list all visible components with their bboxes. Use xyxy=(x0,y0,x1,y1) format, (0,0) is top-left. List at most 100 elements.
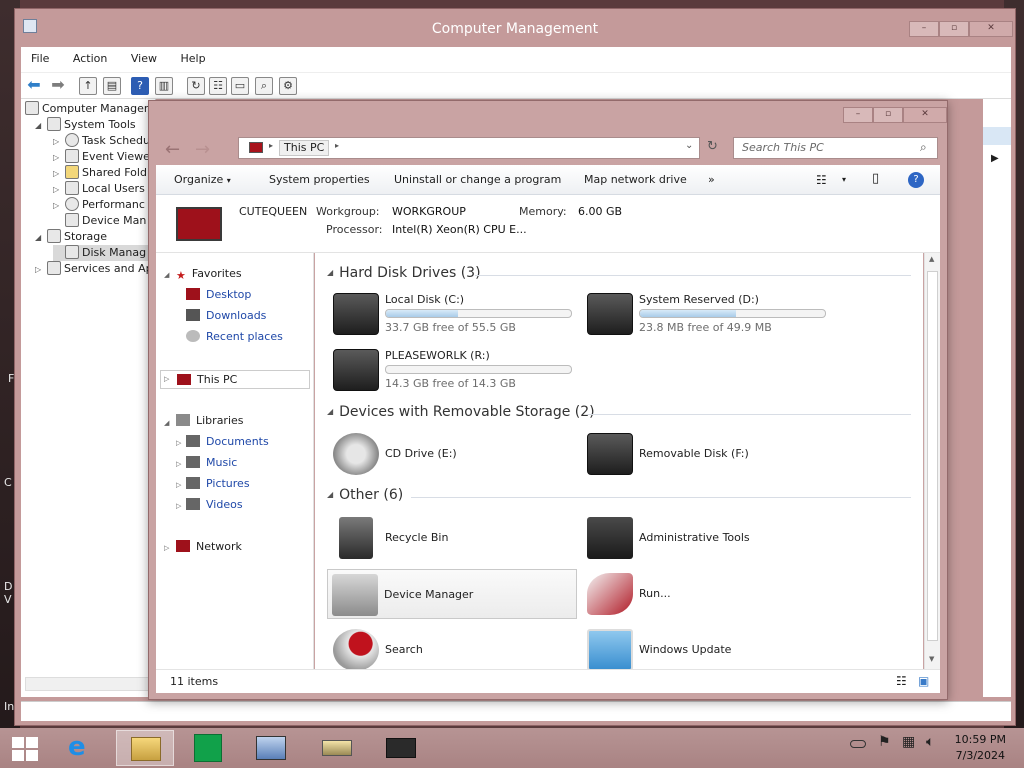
item-administrative-tools[interactable]: Administrative Tools xyxy=(583,513,833,563)
desktop-icon-label-fragment[interactable]: D V xyxy=(4,580,12,606)
expand-arrow-icon[interactable]: ▷ xyxy=(35,262,47,278)
search-box[interactable]: Search This PC ⌕ xyxy=(733,137,938,159)
expand-arrow-icon[interactable]: ▷ xyxy=(53,182,65,198)
group-header-removable-storage[interactable]: ◢ Devices with Removable Storage (2) xyxy=(327,404,595,420)
up-folder-icon[interactable]: ↑ xyxy=(79,77,97,95)
menu-help[interactable]: Help xyxy=(170,50,215,68)
item-device-manager[interactable]: Device Manager xyxy=(327,569,577,619)
nav-libraries[interactable]: Libraries xyxy=(176,412,244,430)
tree-horizontal-scrollbar[interactable] xyxy=(25,677,153,691)
map-network-drive-button[interactable]: Map network drive xyxy=(584,173,687,186)
breadcrumb-separator-icon[interactable]: ▸ xyxy=(335,141,339,150)
details-view-icon[interactable]: ☷ xyxy=(896,674,907,688)
expand-arrow-icon[interactable]: ▷ xyxy=(176,502,181,510)
show-hide-tree-icon[interactable]: ▤ xyxy=(103,77,121,95)
refresh-icon[interactable]: ↻ xyxy=(187,77,205,95)
help-icon[interactable]: ? xyxy=(131,77,149,95)
tree-node-event-viewer[interactable]: ▷ Event Viewe xyxy=(53,149,150,165)
taskbar-computer-management[interactable] xyxy=(242,730,300,766)
menu-action[interactable]: Action xyxy=(63,50,117,68)
desktop-icon-label-fragment[interactable]: C xyxy=(4,476,12,489)
drive-item-system-reserved-d[interactable]: System Reserved (D:) 23.8 MB free of 49.… xyxy=(583,289,833,339)
expand-arrow-icon[interactable]: ▷ xyxy=(53,134,65,150)
scroll-down-arrow-icon[interactable]: ▼ xyxy=(929,655,934,663)
minimize-button[interactable]: – xyxy=(909,21,939,37)
tree-node-local-users[interactable]: ▷ Local Users xyxy=(53,181,145,197)
collapse-arrow-icon[interactable]: ◢ xyxy=(35,230,47,246)
item-run[interactable]: Run... xyxy=(583,569,833,619)
refresh-icon[interactable]: ↻ xyxy=(707,139,718,154)
breadcrumb-separator-icon[interactable]: ▸ xyxy=(269,141,273,150)
taskbar-internet-explorer[interactable]: e xyxy=(52,730,110,766)
expand-arrow-icon[interactable]: ▷ xyxy=(164,544,169,552)
item-search[interactable]: Search xyxy=(329,625,579,675)
maximize-button[interactable]: ▫ xyxy=(873,107,903,123)
maximize-button[interactable]: ▫ xyxy=(939,21,969,37)
collapse-arrow-icon[interactable]: ◢ xyxy=(35,118,47,134)
drive-item-pleaseworlk-r[interactable]: PLEASEWORLK (R:) 14.3 GB free of 14.3 GB xyxy=(329,345,579,395)
more-commands-button[interactable]: » xyxy=(708,173,715,186)
breadcrumb-this-pc[interactable]: This PC xyxy=(279,140,330,156)
tree-node-task-scheduler[interactable]: ▷ Task Schedu xyxy=(53,133,150,149)
more-actions-arrow-icon[interactable]: ▶ xyxy=(991,153,999,164)
item-recycle-bin[interactable]: Recycle Bin xyxy=(329,513,579,563)
tree-node-disk-management[interactable]: Disk Manag xyxy=(53,245,155,261)
nav-item-desktop[interactable]: Desktop xyxy=(186,286,251,304)
tree-node-system-tools[interactable]: ◢ System Tools xyxy=(35,117,136,133)
desktop-icon-label-fragment[interactable]: In xyxy=(4,700,14,713)
actions-header[interactable] xyxy=(983,127,1011,145)
collapse-arrow-icon[interactable]: ◢ xyxy=(164,419,169,427)
volume-icon[interactable]: 🔈︎ xyxy=(926,734,934,750)
nav-item-recent-places[interactable]: Recent places xyxy=(186,328,283,346)
drive-item-removable-disk-f[interactable]: Removable Disk (F:) xyxy=(583,429,833,479)
search-input[interactable]: Search This PC xyxy=(742,141,824,154)
tree-node-performance[interactable]: ▷ Performanc xyxy=(53,197,145,213)
tree-node-shared-folders[interactable]: ▷ Shared Fold xyxy=(53,165,147,181)
group-header-other[interactable]: ◢ Other (6) xyxy=(327,487,403,503)
forward-arrow-icon[interactable]: → xyxy=(195,139,210,160)
close-button[interactable]: ✕ xyxy=(903,107,947,123)
nav-favorites[interactable]: ★ Favorites xyxy=(176,265,242,283)
preview-pane-icon[interactable]: ▯ xyxy=(872,171,879,186)
tree-node-device-manager[interactable]: Device Man xyxy=(53,213,146,229)
back-arrow-icon[interactable]: ⬅ xyxy=(25,77,43,95)
expand-arrow-icon[interactable]: ▷ xyxy=(164,375,169,383)
nav-item-downloads[interactable]: Downloads xyxy=(186,307,266,325)
search-icon[interactable]: ⌕ xyxy=(920,140,927,155)
scrollbar-thumb[interactable] xyxy=(927,271,938,641)
taskbar-disk-tool[interactable] xyxy=(308,730,366,766)
disk-settings-icon[interactable]: ⚙ xyxy=(279,77,297,95)
open-folder-icon[interactable]: ▭ xyxy=(231,77,249,95)
close-button[interactable]: ✕ xyxy=(969,21,1013,37)
change-view-icon[interactable]: ☷ xyxy=(816,173,827,187)
taskbar-file-explorer[interactable] xyxy=(116,730,174,766)
address-bar[interactable]: ▸ This PC ▸ ⌄ ↻ xyxy=(238,137,718,159)
nav-item-this-pc[interactable]: ▷ This PC xyxy=(160,370,310,389)
chevron-down-icon[interactable]: ⌄ xyxy=(685,140,693,151)
menu-file[interactable]: File xyxy=(21,50,59,68)
help-icon[interactable]: ? xyxy=(908,172,924,188)
forward-arrow-icon[interactable]: ➡ xyxy=(49,77,67,95)
item-windows-update[interactable]: Windows Update xyxy=(583,625,833,675)
nav-item-pictures[interactable]: Pictures xyxy=(186,475,250,493)
network-icon[interactable]: ▦ xyxy=(902,734,915,750)
large-icons-view-icon[interactable]: ▣ xyxy=(918,674,929,688)
expand-arrow-icon[interactable]: ▷ xyxy=(176,460,181,468)
drive-item-local-disk-c[interactable]: Local Disk (C:) 33.7 GB free of 55.5 GB xyxy=(329,289,579,339)
expand-arrow-icon[interactable]: ▷ xyxy=(53,198,65,214)
taskbar-this-pc[interactable] xyxy=(372,730,430,766)
tree-node-services-and-applications[interactable]: ▷ Services and Ap xyxy=(35,261,153,277)
drive-item-cd-drive-e[interactable]: CD Drive (E:) xyxy=(329,429,579,479)
system-clock[interactable]: 10:59 PM 7/3/2024 xyxy=(955,732,1006,764)
action-center-flag-icon[interactable]: ⚑ xyxy=(878,734,891,750)
properties-icon[interactable]: ☷ xyxy=(209,77,227,95)
tree-node-storage[interactable]: ◢ Storage xyxy=(35,229,107,245)
nav-item-videos[interactable]: Videos xyxy=(186,496,243,514)
tree-node-computer-management[interactable]: Computer Manager xyxy=(25,101,148,117)
start-button[interactable] xyxy=(12,737,38,761)
scroll-up-arrow-icon[interactable]: ▲ xyxy=(929,255,934,263)
uninstall-program-button[interactable]: Uninstall or change a program xyxy=(394,173,561,186)
expand-arrow-icon[interactable]: ▷ xyxy=(176,439,181,447)
content-vertical-scrollbar[interactable]: ▲ ▼ xyxy=(924,253,940,669)
nav-network[interactable]: Network xyxy=(176,538,242,556)
